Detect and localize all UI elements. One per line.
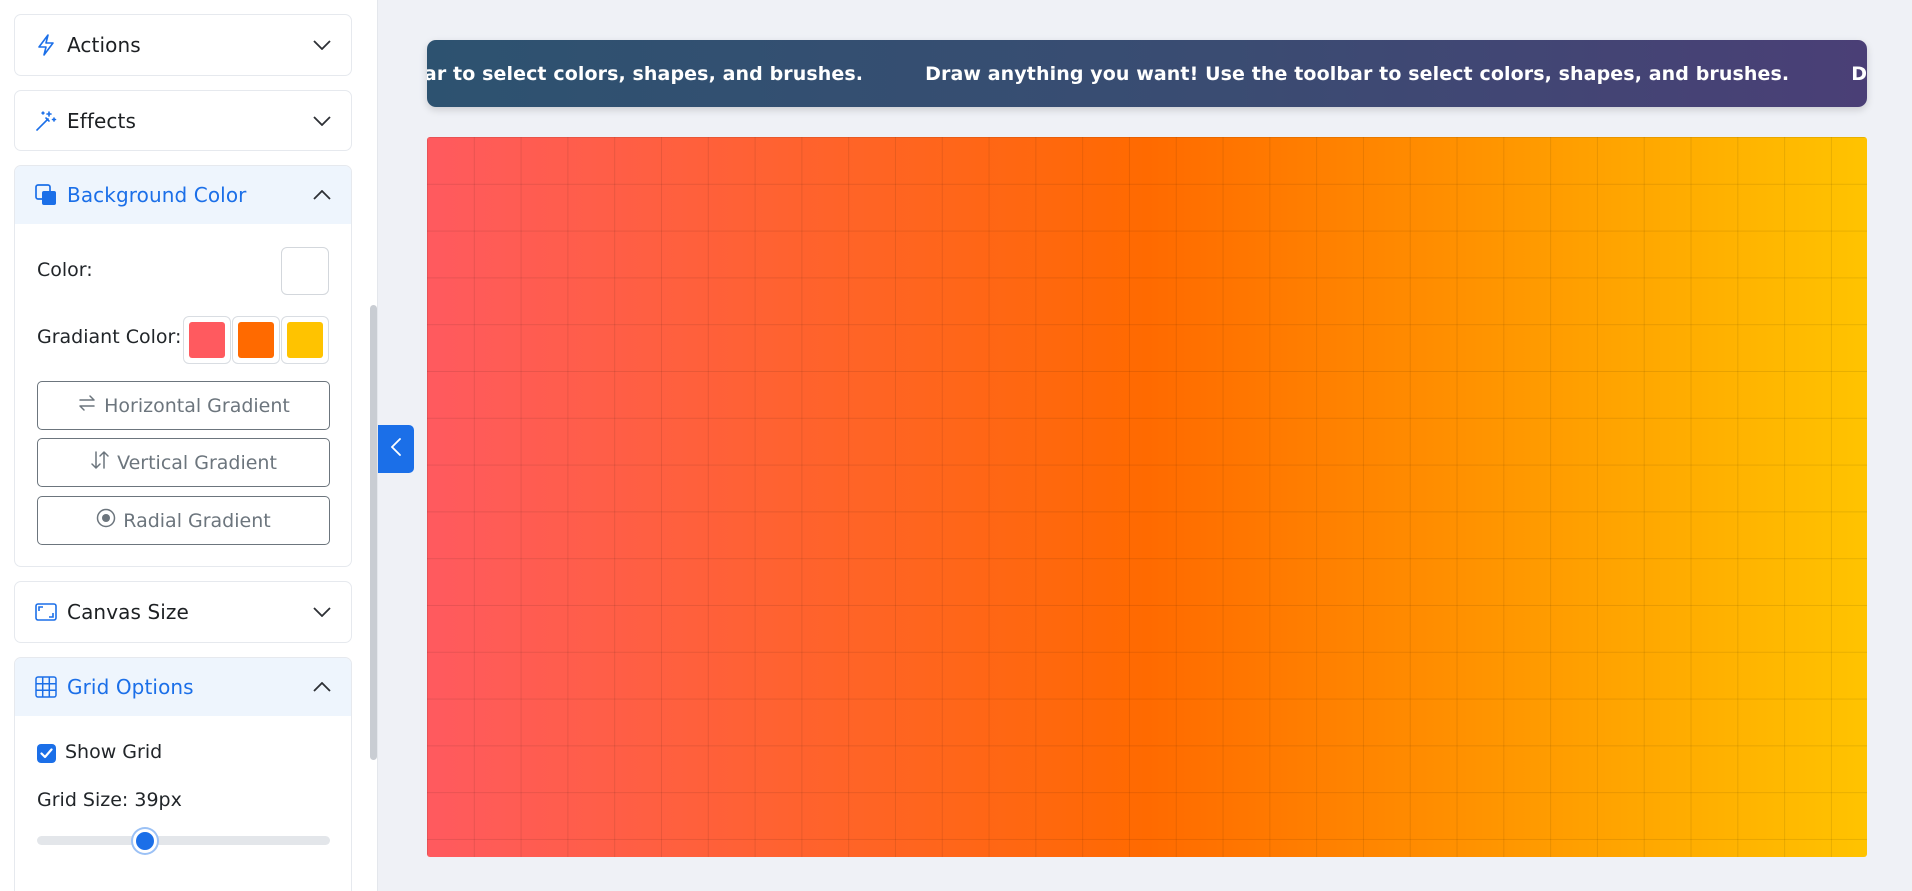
panel-actions-header[interactable]: Actions [15, 15, 351, 74]
panel-effects-header[interactable]: Effects [15, 91, 351, 150]
lightning-icon [34, 33, 58, 57]
panel-grid-header[interactable]: Grid Options [15, 658, 351, 716]
show-grid-label: Show Grid [65, 741, 163, 763]
canvas-grid [427, 137, 1867, 857]
sidebar-collapse-button[interactable] [378, 425, 414, 473]
panel-grid-title: Grid Options [67, 675, 194, 699]
panel-actions: Actions [14, 14, 352, 76]
background-color-picker[interactable] [281, 247, 329, 295]
panel-background-header[interactable]: Background Color [15, 166, 351, 224]
grid-icon [34, 675, 58, 699]
grid-size-label: Grid Size: 39px [37, 789, 182, 811]
vertical-gradient-label: Vertical Gradient [117, 451, 277, 474]
chevron-up-icon [312, 185, 332, 205]
magic-wand-icon [34, 109, 58, 133]
sidebar: Actions Effects Background Color Color: … [0, 0, 378, 891]
chevron-down-icon [312, 111, 332, 131]
radial-gradient-label: Radial Gradient [123, 509, 271, 532]
gradient-color-picker-2[interactable] [232, 316, 280, 364]
color-label: Color: [37, 259, 93, 281]
grid-size-slider-track[interactable] [37, 836, 330, 845]
panel-canvas-size: Canvas Size [14, 581, 352, 643]
panel-background-color: Background Color Color: Gradiant Color: … [14, 165, 352, 567]
panel-canvas-size-title: Canvas Size [67, 599, 189, 624]
arrows-up-down-icon [90, 450, 113, 475]
marquee-message: Draw anything you want! Use the toolbar … [1851, 62, 1867, 85]
arrows-left-right-icon [77, 393, 100, 418]
gradient-color-picker-3[interactable] [281, 316, 329, 364]
horizontal-gradient-button[interactable]: Horizontal Gradient [37, 381, 330, 430]
layers-icon [34, 183, 58, 207]
panel-background-title: Background Color [67, 183, 247, 207]
gradient-color-label: Gradiant Color: [37, 326, 182, 348]
chevron-up-icon [312, 677, 332, 697]
panel-grid-options: Grid Options Show Grid Grid Size: 39px [14, 657, 352, 891]
marquee-message: Draw anything you want! Use the toolbar … [925, 62, 1790, 85]
panel-effects-title: Effects [67, 108, 136, 133]
drawing-canvas[interactable] [427, 137, 1867, 857]
radial-gradient-button[interactable]: Radial Gradient [37, 496, 330, 545]
marquee-track: Draw anything you want! Use the toolbar … [427, 40, 1867, 107]
chevron-down-icon [312, 35, 332, 55]
marquee-banner: Draw anything you want! Use the toolbar … [427, 40, 1867, 107]
sidebar-scrollbar[interactable] [370, 305, 377, 760]
chevron-left-icon [390, 438, 401, 460]
grid-size-slider-thumb[interactable] [133, 829, 157, 853]
vertical-gradient-button[interactable]: Vertical Gradient [37, 438, 330, 487]
panel-effects: Effects [14, 90, 352, 151]
radial-circle-icon [96, 508, 119, 533]
horizontal-gradient-label: Horizontal Gradient [104, 394, 290, 417]
aspect-ratio-icon [34, 600, 58, 624]
panel-actions-title: Actions [67, 32, 141, 57]
marquee-message: Draw anything you want! Use the toolbar … [427, 62, 864, 85]
show-grid-checkbox[interactable] [37, 744, 56, 763]
panel-canvas-size-header[interactable]: Canvas Size [15, 582, 351, 641]
chevron-down-icon [312, 602, 332, 622]
gradient-color-picker-1[interactable] [183, 316, 231, 364]
